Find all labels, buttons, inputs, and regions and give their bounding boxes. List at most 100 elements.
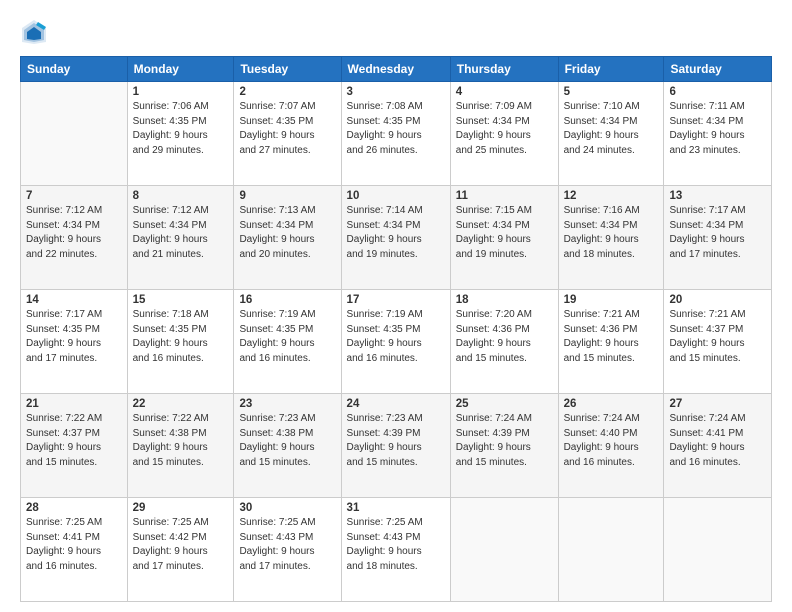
day-info: Sunrise: 7:25 AM Sunset: 4:43 PM Dayligh… (347, 516, 445, 574)
day-info: Sunrise: 7:12 AM Sunset: 4:34 PM Dayligh… (26, 204, 122, 262)
day-info: Sunrise: 7:25 AM Sunset: 4:43 PM Dayligh… (239, 516, 335, 574)
header (20, 18, 772, 46)
day-header-monday: Monday (127, 57, 234, 82)
day-info: Sunrise: 7:11 AM Sunset: 4:34 PM Dayligh… (669, 100, 766, 158)
calendar-cell: 16 Sunrise: 7:19 AM Sunset: 4:35 PM Dayli… (234, 290, 341, 394)
day-info: Sunrise: 7:21 AM Sunset: 4:36 PM Dayligh… (564, 308, 659, 366)
day-number: 11 (456, 190, 553, 202)
calendar-cell (450, 498, 558, 602)
week-row-0: 1 Sunrise: 7:06 AM Sunset: 4:35 PM Daylig… (21, 82, 772, 186)
calendar-cell: 15 Sunrise: 7:18 AM Sunset: 4:35 PM Dayli… (127, 290, 234, 394)
day-number: 9 (239, 190, 335, 202)
calendar-cell (558, 498, 664, 602)
week-row-2: 14 Sunrise: 7:17 AM Sunset: 4:35 PM Dayli… (21, 290, 772, 394)
day-number: 22 (133, 398, 229, 410)
day-info: Sunrise: 7:09 AM Sunset: 4:34 PM Dayligh… (456, 100, 553, 158)
day-info: Sunrise: 7:19 AM Sunset: 4:35 PM Dayligh… (239, 308, 335, 366)
day-header-sunday: Sunday (21, 57, 128, 82)
day-info: Sunrise: 7:16 AM Sunset: 4:34 PM Dayligh… (564, 204, 659, 262)
day-number: 15 (133, 294, 229, 306)
calendar-cell: 22 Sunrise: 7:22 AM Sunset: 4:38 PM Dayli… (127, 394, 234, 498)
day-number: 29 (133, 502, 229, 514)
calendar-cell: 17 Sunrise: 7:19 AM Sunset: 4:35 PM Dayli… (341, 290, 450, 394)
day-info: Sunrise: 7:18 AM Sunset: 4:35 PM Dayligh… (133, 308, 229, 366)
calendar-cell: 24 Sunrise: 7:23 AM Sunset: 4:39 PM Dayli… (341, 394, 450, 498)
day-info: Sunrise: 7:24 AM Sunset: 4:39 PM Dayligh… (456, 412, 553, 470)
day-info: Sunrise: 7:17 AM Sunset: 4:35 PM Dayligh… (26, 308, 122, 366)
calendar-cell: 18 Sunrise: 7:20 AM Sunset: 4:36 PM Dayli… (450, 290, 558, 394)
calendar-cell: 21 Sunrise: 7:22 AM Sunset: 4:37 PM Dayli… (21, 394, 128, 498)
calendar-cell: 9Sunrise: 7:13 AM Sunset: 4:34 PM Daylig… (234, 186, 341, 290)
day-info: Sunrise: 7:25 AM Sunset: 4:42 PM Dayligh… (133, 516, 229, 574)
week-row-1: 7Sunrise: 7:12 AM Sunset: 4:34 PM Daylig… (21, 186, 772, 290)
day-info: Sunrise: 7:23 AM Sunset: 4:39 PM Dayligh… (347, 412, 445, 470)
day-number: 24 (347, 398, 445, 410)
day-info: Sunrise: 7:21 AM Sunset: 4:37 PM Dayligh… (669, 308, 766, 366)
day-number: 30 (239, 502, 335, 514)
day-number: 14 (26, 294, 122, 306)
calendar-cell: 25 Sunrise: 7:24 AM Sunset: 4:39 PM Dayli… (450, 394, 558, 498)
day-number: 6 (669, 86, 766, 98)
day-header-thursday: Thursday (450, 57, 558, 82)
day-header-saturday: Saturday (664, 57, 772, 82)
day-number: 10 (347, 190, 445, 202)
calendar-cell: 27Sunrise: 7:24 AM Sunset: 4:41 PM Dayli… (664, 394, 772, 498)
day-info: Sunrise: 7:20 AM Sunset: 4:36 PM Dayligh… (456, 308, 553, 366)
calendar-cell: 26Sunrise: 7:24 AM Sunset: 4:40 PM Dayli… (558, 394, 664, 498)
day-info: Sunrise: 7:08 AM Sunset: 4:35 PM Dayligh… (347, 100, 445, 158)
calendar-cell: 19 Sunrise: 7:21 AM Sunset: 4:36 PM Dayli… (558, 290, 664, 394)
day-info: Sunrise: 7:12 AM Sunset: 4:34 PM Dayligh… (133, 204, 229, 262)
day-info: Sunrise: 7:14 AM Sunset: 4:34 PM Dayligh… (347, 204, 445, 262)
day-info: Sunrise: 7:22 AM Sunset: 4:38 PM Dayligh… (133, 412, 229, 470)
day-info: Sunrise: 7:19 AM Sunset: 4:35 PM Dayligh… (347, 308, 445, 366)
day-info: Sunrise: 7:17 AM Sunset: 4:34 PM Dayligh… (669, 204, 766, 262)
day-info: Sunrise: 7:23 AM Sunset: 4:38 PM Dayligh… (239, 412, 335, 470)
day-number: 25 (456, 398, 553, 410)
calendar-cell: 13 Sunrise: 7:17 AM Sunset: 4:34 PM Dayli… (664, 186, 772, 290)
calendar-cell: 3Sunrise: 7:08 AM Sunset: 4:35 PM Daylig… (341, 82, 450, 186)
logo-icon (20, 18, 48, 46)
day-header-wednesday: Wednesday (341, 57, 450, 82)
calendar-cell: 31 Sunrise: 7:25 AM Sunset: 4:43 PM Dayli… (341, 498, 450, 602)
day-number: 28 (26, 502, 122, 514)
calendar-cell: 4 Sunrise: 7:09 AM Sunset: 4:34 PM Daylig… (450, 82, 558, 186)
day-number: 31 (347, 502, 445, 514)
day-number: 18 (456, 294, 553, 306)
day-number: 16 (239, 294, 335, 306)
day-number: 8 (133, 190, 229, 202)
day-number: 26 (564, 398, 659, 410)
calendar-cell: 14 Sunrise: 7:17 AM Sunset: 4:35 PM Dayli… (21, 290, 128, 394)
day-info: Sunrise: 7:10 AM Sunset: 4:34 PM Dayligh… (564, 100, 659, 158)
week-row-4: 28 Sunrise: 7:25 AM Sunset: 4:41 PM Dayli… (21, 498, 772, 602)
calendar-cell (664, 498, 772, 602)
day-info: Sunrise: 7:06 AM Sunset: 4:35 PM Dayligh… (133, 100, 229, 158)
week-row-3: 21 Sunrise: 7:22 AM Sunset: 4:37 PM Dayli… (21, 394, 772, 498)
day-header-tuesday: Tuesday (234, 57, 341, 82)
calendar-header-row: SundayMondayTuesdayWednesdayThursdayFrid… (21, 57, 772, 82)
calendar-cell: 12 Sunrise: 7:16 AM Sunset: 4:34 PM Dayli… (558, 186, 664, 290)
page: SundayMondayTuesdayWednesdayThursdayFrid… (0, 0, 792, 612)
day-number: 12 (564, 190, 659, 202)
day-number: 23 (239, 398, 335, 410)
day-number: 5 (564, 86, 659, 98)
day-header-friday: Friday (558, 57, 664, 82)
calendar: SundayMondayTuesdayWednesdayThursdayFrid… (20, 56, 772, 602)
day-number: 19 (564, 294, 659, 306)
day-number: 2 (239, 86, 335, 98)
day-number: 13 (669, 190, 766, 202)
day-info: Sunrise: 7:07 AM Sunset: 4:35 PM Dayligh… (239, 100, 335, 158)
calendar-cell (21, 82, 128, 186)
day-number: 1 (133, 86, 229, 98)
calendar-cell: 28 Sunrise: 7:25 AM Sunset: 4:41 PM Dayli… (21, 498, 128, 602)
calendar-cell: 6 Sunrise: 7:11 AM Sunset: 4:34 PM Daylig… (664, 82, 772, 186)
calendar-cell: 23 Sunrise: 7:23 AM Sunset: 4:38 PM Dayli… (234, 394, 341, 498)
day-info: Sunrise: 7:25 AM Sunset: 4:41 PM Dayligh… (26, 516, 122, 574)
calendar-cell: 29 Sunrise: 7:25 AM Sunset: 4:42 PM Dayli… (127, 498, 234, 602)
day-number: 21 (26, 398, 122, 410)
day-number: 4 (456, 86, 553, 98)
calendar-cell: 20 Sunrise: 7:21 AM Sunset: 4:37 PM Dayli… (664, 290, 772, 394)
day-info: Sunrise: 7:22 AM Sunset: 4:37 PM Dayligh… (26, 412, 122, 470)
calendar-cell: 5 Sunrise: 7:10 AM Sunset: 4:34 PM Daylig… (558, 82, 664, 186)
day-number: 17 (347, 294, 445, 306)
day-number: 20 (669, 294, 766, 306)
